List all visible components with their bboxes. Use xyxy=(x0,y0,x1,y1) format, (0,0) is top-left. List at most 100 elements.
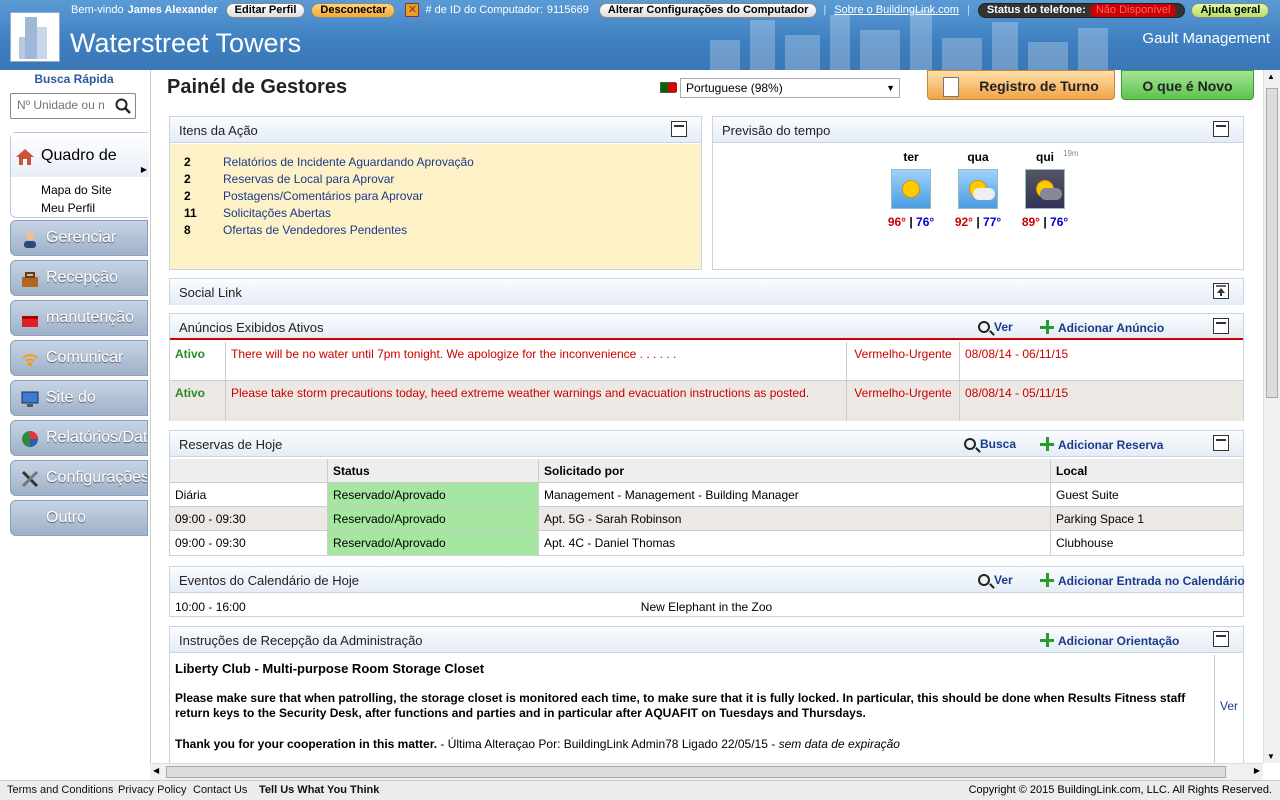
panel-title: Reservas de Hoje xyxy=(179,437,283,452)
sidebar-item-website[interactable]: Site do xyxy=(10,380,148,416)
panel-title: Eventos do Calendário de Hoje xyxy=(179,573,359,588)
weather-panel: Previsão do tempo 19m ter 96° | 76° qua … xyxy=(712,116,1244,270)
search-icon[interactable] xyxy=(115,98,131,114)
user-name: James Alexander xyxy=(127,4,218,16)
temp-high: 96° xyxy=(887,215,906,229)
action-item-link[interactable]: Reservas de Local para Aprovar xyxy=(223,172,394,186)
sidebar-item-maintenance[interactable]: manutenção xyxy=(10,300,148,336)
reservation-time: Diária xyxy=(170,483,328,506)
panel-title: Previsão do tempo xyxy=(722,123,831,138)
reservation-time: 09:00 - 09:30 xyxy=(170,531,328,555)
action-item-link[interactable]: Postagens/Comentários para Aprovar xyxy=(223,189,423,203)
monitor-icon xyxy=(21,391,39,407)
table-row[interactable]: Diária Reservado/Aprovado Management - M… xyxy=(170,483,1243,507)
minimize-icon[interactable] xyxy=(1213,121,1229,137)
add-instruction-button[interactable]: Adicionar Orientação xyxy=(1040,633,1179,648)
user-icon xyxy=(24,232,36,248)
add-announcement-button[interactable]: Adicionar Anúncio xyxy=(1040,320,1164,335)
computer-settings-button[interactable]: Alterar Configurações do Computador xyxy=(598,2,818,18)
table-header: Status Solicitado por Local xyxy=(170,459,1243,483)
vertical-scrollbar[interactable]: ▲ ▼ xyxy=(1263,70,1280,763)
reservation-place: Guest Suite xyxy=(1056,488,1119,502)
announcement-text[interactable]: Please take storm precautions today, hee… xyxy=(226,381,847,421)
minimize-icon[interactable] xyxy=(1213,318,1229,334)
reservation-requester: Apt. 5G - Sarah Robinson xyxy=(539,507,1051,530)
help-button[interactable]: Ajuda geral xyxy=(1191,2,1270,18)
sidebar-item-manage[interactable]: Gerenciar xyxy=(10,220,148,256)
expand-icon[interactable] xyxy=(1213,283,1229,299)
sidebar-item-front-desk[interactable]: Recepção xyxy=(10,260,148,296)
whats-new-button[interactable]: O que é Novo xyxy=(1121,70,1254,100)
search-label: Busca xyxy=(980,437,1017,451)
sidebar-item-communicate[interactable]: Comunicar xyxy=(10,340,148,376)
reservation-status: Reservado/Aprovado xyxy=(328,507,539,530)
action-item-link[interactable]: Relatórios de Incidente Aguardando Aprov… xyxy=(223,155,474,169)
add-label: Adicionar Reserva xyxy=(1058,438,1164,452)
privacy-link[interactable]: Privacy Policy xyxy=(118,784,186,796)
item-count: 11 xyxy=(184,206,197,220)
shift-log-button[interactable]: Registro de Turno xyxy=(927,70,1115,100)
sidebar-item-reports[interactable]: Relatórios/Dat xyxy=(10,420,148,456)
table-row[interactable]: 09:00 - 09:30 Reservado/Aprovado Apt. 5G… xyxy=(170,507,1243,531)
panel-title: Itens da Ação xyxy=(179,123,258,138)
plus-icon xyxy=(1040,320,1054,334)
view-label: Ver xyxy=(994,573,1013,587)
horizontal-scrollbar[interactable]: ◀ ▶ xyxy=(150,763,1263,780)
feedback-link[interactable]: Tell Us What You Think xyxy=(259,784,379,796)
weather-day-name: ter xyxy=(903,150,919,164)
table-row[interactable]: 09:00 - 09:30 Reservado/Aprovado Apt. 4C… xyxy=(170,531,1243,555)
scrollbar-thumb[interactable] xyxy=(166,766,1226,778)
sunny-icon xyxy=(891,169,931,209)
sidebar-item-label: Recepção xyxy=(46,269,119,286)
action-items-list: 2 Relatórios de Incidente Aguardando Apro… xyxy=(170,144,701,269)
add-reservation-button[interactable]: Adicionar Reserva xyxy=(1040,437,1163,452)
about-link[interactable]: Sobre o BuildingLink.com xyxy=(834,4,959,16)
sidebar-item-dashboard-head[interactable]: Quadro de ▶ xyxy=(11,133,149,177)
announcement-text[interactable]: There will be no water until 7pm tonight… xyxy=(226,342,847,380)
sidebar-item-settings[interactable]: Configurações xyxy=(10,460,148,496)
search-reservations-button[interactable]: Busca xyxy=(964,437,1016,451)
panel-header: Previsão do tempo xyxy=(713,117,1243,143)
terms-link[interactable]: Terms and Conditions xyxy=(7,784,113,796)
table-row[interactable]: 10:00 - 16:00 New Elephant in the Zoo xyxy=(170,595,1243,619)
sidebar-subitem-my-profile[interactable]: Meu Perfil xyxy=(41,201,95,215)
reservation-status: Reservado/Aprovado xyxy=(328,483,539,506)
language-select[interactable]: Portuguese (98%) ▼ xyxy=(680,78,900,98)
chevron-right-icon[interactable]: ▶ xyxy=(1254,766,1260,775)
sidebar-item-label: Quadro de xyxy=(41,147,117,164)
view-announcements-button[interactable]: Ver xyxy=(978,320,1013,334)
temp-low: 77° xyxy=(983,215,1002,229)
view-instruction-link[interactable]: Ver xyxy=(1220,699,1238,713)
sidebar-subitem-sitemap[interactable]: Mapa do Site xyxy=(41,183,112,197)
plus-icon xyxy=(1040,633,1054,647)
action-item-link[interactable]: Ofertas de Vendedores Pendentes xyxy=(223,223,407,237)
chevron-down-icon[interactable]: ▼ xyxy=(1267,752,1275,761)
view-calendar-button[interactable]: Ver xyxy=(978,573,1013,587)
sidebar-item-dashboard[interactable]: Quadro de ▶ Mapa do Site Meu Perfil xyxy=(10,132,149,218)
action-item-link[interactable]: Solicitações Abertas xyxy=(223,206,331,220)
chevron-up-icon[interactable]: ▲ xyxy=(1267,72,1275,81)
sidebar-item-label: manutenção xyxy=(46,309,135,326)
scrollbar-thumb[interactable] xyxy=(1266,88,1278,398)
contact-link[interactable]: Contact Us xyxy=(193,784,247,796)
panel-header: Eventos do Calendário de Hoje Ver Adicio… xyxy=(170,567,1245,593)
instruction-meta: - Última Alteraçao Por: BuildingLink Adm… xyxy=(437,737,779,751)
quick-search-input[interactable] xyxy=(17,98,113,112)
plus-icon xyxy=(1040,573,1054,587)
sidebar-item-other[interactable]: Outro xyxy=(10,500,148,536)
minimize-icon[interactable] xyxy=(1213,435,1229,451)
table-row: Ativo Please take storm precautions toda… xyxy=(170,381,1243,421)
quick-search-title: Busca Rápida xyxy=(34,72,114,86)
edit-profile-button[interactable]: Editar Perfil xyxy=(225,2,306,18)
minimize-icon[interactable] xyxy=(1213,631,1229,647)
logout-button[interactable]: Desconectar xyxy=(311,2,396,18)
sidebar: Busca Rápida Quadro de ▶ Mapa do Site Me… xyxy=(0,70,150,780)
phone-status-label: Status do telefone: xyxy=(986,3,1086,16)
pie-chart-icon xyxy=(22,431,38,447)
language-select-value: Portuguese (98%) xyxy=(686,81,783,95)
chevron-left-icon[interactable]: ◀ xyxy=(153,766,159,775)
add-calendar-entry-button[interactable]: Adicionar Entrada no Calendário xyxy=(1040,573,1245,588)
sidebar-item-label: Configurações xyxy=(46,469,148,486)
minimize-icon[interactable] xyxy=(671,121,687,137)
weather-day: ter 96° | 76° xyxy=(881,150,941,229)
